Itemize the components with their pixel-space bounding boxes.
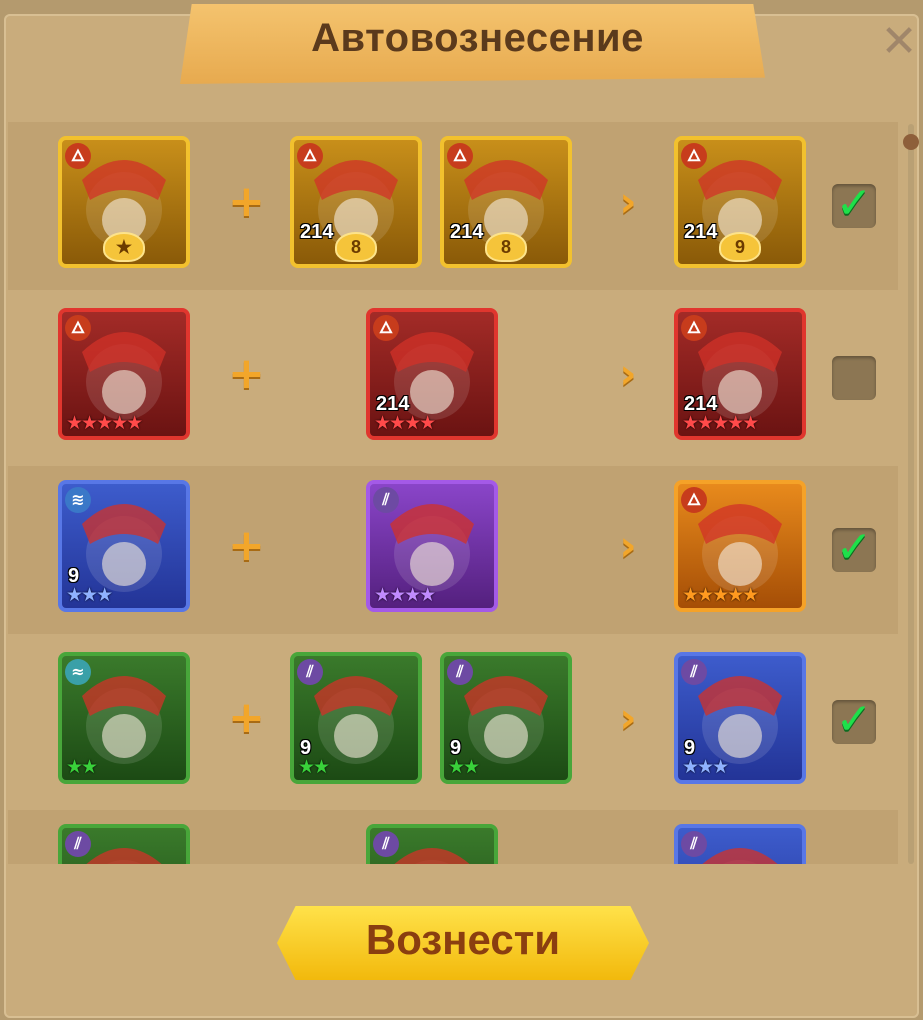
star-rating: ★★★★ [374, 412, 436, 434]
awakening-badge: 8 [335, 232, 377, 262]
checkmark-icon: ✓ [835, 178, 873, 229]
star-rating: ★★★ [682, 756, 729, 778]
hero-card[interactable]: 🜂 214 8 [290, 136, 422, 268]
scrollbar-track[interactable] [908, 124, 914, 864]
slash-element-icon: ⫽ [447, 659, 473, 685]
hero-card[interactable]: ⫽ 9 ★★★ [674, 652, 806, 784]
ascension-row: 🜂 ★★★★★ + 🜂 214 ★★★★ › 🜂 214 ★★★★★ [8, 294, 898, 462]
water-element-icon: ≋ [65, 487, 91, 513]
plus-icon: + [228, 520, 265, 571]
plus-icon: + [228, 348, 265, 399]
row-select-checkbox[interactable] [832, 356, 876, 400]
star-rating: ★★ [66, 756, 98, 778]
wind-element-icon: ≈ [65, 659, 91, 685]
star-rating: ★★★ [66, 584, 113, 606]
ascend-button-label[interactable]: Вознести [277, 916, 649, 964]
slash-element-icon: ⫽ [373, 487, 399, 513]
fire-element-icon: 🜂 [65, 143, 91, 169]
hero-card[interactable]: ⫽ [58, 824, 190, 864]
star-rating: ★★★★★ [682, 584, 759, 606]
slash-element-icon: ⫽ [297, 659, 323, 685]
crown-badge-icon: ★ [103, 232, 145, 262]
scrollbar-thumb[interactable] [903, 134, 919, 150]
star-rating: ★★★★ [374, 584, 436, 606]
slash-element-icon: ⫽ [373, 831, 399, 857]
awakening-badge: 9 [719, 232, 761, 262]
row-select-checkbox[interactable]: ✓ [832, 522, 876, 573]
plus-icon: + [228, 692, 265, 743]
slash-element-icon: ⫽ [65, 831, 91, 857]
ascension-row: ⫽+⫽›⫽ [8, 810, 898, 864]
ascension-row: 🜂 ★ + 🜂 214 8 🜂 214 8 › 🜂 214 9 ✓ [8, 122, 898, 290]
checkmark-icon: ✓ [835, 522, 873, 573]
plus-icon: + [228, 176, 265, 227]
chevron-right-icon: › [619, 693, 637, 742]
awakening-badge: 8 [485, 232, 527, 262]
dialog-title: Автовознесение [311, 16, 644, 60]
fire-element-icon: 🜂 [65, 315, 91, 341]
fire-element-icon: 🜂 [681, 487, 707, 513]
star-rating: ★★ [448, 756, 480, 778]
star-rating: ★★ [298, 756, 330, 778]
hero-level: 214 [684, 221, 718, 243]
hero-level: 214 [300, 221, 334, 243]
hero-card[interactable]: 🜂 ★★★★★ [58, 308, 190, 440]
chevron-right-icon: › [619, 521, 637, 570]
fire-element-icon: 🜂 [681, 315, 707, 341]
star-rating: ★★★★★ [66, 412, 143, 434]
close-icon[interactable]: ✕ [879, 20, 919, 64]
fire-element-icon: 🜂 [681, 143, 707, 169]
hero-card[interactable]: 🜂 214 ★★★★ [366, 308, 498, 440]
ascension-row: ≋ 9 ★★★ + ⫽ ★★★★ › 🜂 ★★★★★ ✓ [8, 466, 898, 634]
fire-element-icon: 🜂 [373, 315, 399, 341]
hero-card[interactable]: ⫽ 9 ★★ [290, 652, 422, 784]
checkmark-icon: ✓ [835, 694, 873, 745]
ascension-list: 🜂 ★ + 🜂 214 8 🜂 214 8 › 🜂 214 9 ✓ 🜂 ★★★★★ + 🜂 214 ★★★★ › 🜂 214… [8, 122, 898, 864]
slash-element-icon: ⫽ [681, 831, 707, 857]
fire-element-icon: 🜂 [297, 143, 323, 169]
hero-card[interactable]: 🜂 ★★★★★ [674, 480, 806, 612]
hero-card[interactable]: ⫽ [674, 824, 806, 864]
hero-card[interactable]: 🜂 214 8 [440, 136, 572, 268]
hero-card[interactable]: ≋ 9 ★★★ [58, 480, 190, 612]
hero-card[interactable]: ⫽ [366, 824, 498, 864]
slash-element-icon: ⫽ [681, 659, 707, 685]
chevron-right-icon: › [619, 349, 637, 398]
hero-card[interactable]: ≈ ★★ [58, 652, 190, 784]
fire-element-icon: 🜂 [447, 143, 473, 169]
hero-level: 214 [450, 221, 484, 243]
hero-card[interactable]: ⫽ ★★★★ [366, 480, 498, 612]
hero-card[interactable]: ⫽ 9 ★★ [440, 652, 572, 784]
hero-card[interactable]: 🜂 ★ [58, 136, 190, 268]
row-select-checkbox[interactable]: ✓ [832, 694, 876, 745]
hero-card[interactable]: 🜂 214 ★★★★★ [674, 308, 806, 440]
chevron-right-icon: › [619, 177, 637, 226]
row-select-checkbox[interactable]: ✓ [832, 178, 876, 229]
hero-card[interactable]: 🜂 214 9 [674, 136, 806, 268]
ascension-row: ≈ ★★ + ⫽ 9 ★★ ⫽ 9 ★★ › ⫽ 9 ★★★ ✓ [8, 638, 898, 806]
star-rating: ★★★★★ [682, 412, 759, 434]
